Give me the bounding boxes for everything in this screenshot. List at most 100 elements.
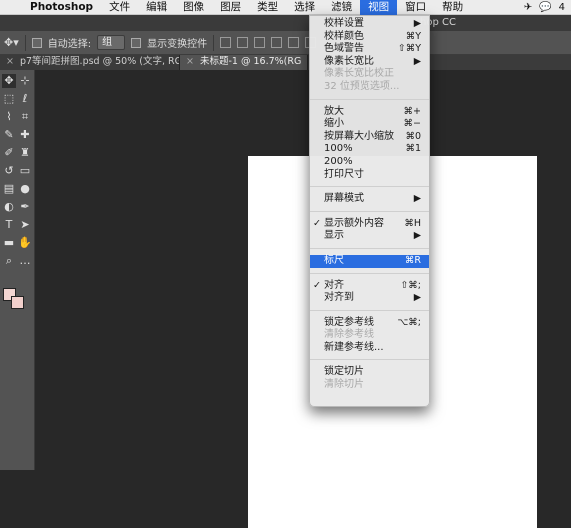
menu-separator — [310, 98, 429, 100]
align-left-icon[interactable] — [271, 37, 283, 48]
menu-item-label: 像素长宽比 — [324, 55, 374, 67]
menubar-item[interactable]: 滤镜 — [323, 0, 360, 15]
healing-brush-tool-icon[interactable]: ✚ — [18, 128, 32, 142]
menu-item[interactable]: ✓ 显示额外内容 ⌘H — [310, 218, 429, 231]
type-tool-icon[interactable]: T — [2, 218, 16, 232]
document-tab[interactable]: × p7等间距拼图.psd @ 50% (文字, RGB/8) * — [0, 55, 180, 70]
menu-item[interactable]: 像素长宽比 ▶ — [310, 56, 429, 69]
menu-item-label: 锁定参考线 — [324, 316, 374, 328]
submenu-arrow-icon: ▶ — [413, 230, 421, 242]
menu-item[interactable]: 打印尺寸 — [310, 169, 429, 182]
menu-item-label: 锁定切片 — [324, 366, 364, 378]
menubar-item[interactable]: 视图 — [360, 0, 398, 15]
show-transform-checkbox[interactable] — [131, 37, 142, 48]
menu-item[interactable]: 对齐到 ▶ — [310, 292, 429, 305]
menu-item-label: 缩小 — [324, 118, 344, 130]
eraser-tool-icon[interactable]: ▭ — [18, 164, 32, 178]
gradient-tool-icon[interactable]: ▤ — [2, 182, 16, 196]
document-tabs: × p7等间距拼图.psd @ 50% (文字, RGB/8) * × 未标题-1 @… — [0, 55, 571, 70]
auto-select-dropdown[interactable]: 组 — [97, 35, 126, 50]
menu-item[interactable]: 200% — [310, 156, 429, 169]
eyedropper-tool-icon[interactable]: ✎ — [2, 128, 16, 142]
move-tool-icon[interactable]: ✥▾ — [4, 36, 19, 49]
menu-item[interactable]: 屏幕模式 ▶ — [310, 193, 429, 206]
menu-item[interactable]: 缩小 ⌘− — [310, 118, 429, 131]
marquee-tool-icon[interactable]: ⬚ — [2, 92, 16, 106]
dodge-tool-icon[interactable]: ◐ — [2, 200, 16, 214]
crop-tool-icon[interactable]: ⌗ — [18, 110, 32, 124]
divider — [213, 34, 215, 51]
menubar-item[interactable]: 类型 — [249, 0, 286, 15]
menu-item-label: 放大 — [324, 105, 344, 117]
menu-item-label: 打印尺寸 — [324, 168, 364, 180]
menu-shortcut: ⌘Y — [405, 30, 421, 42]
menu-separator — [310, 309, 429, 311]
background-color-swatch[interactable] — [11, 296, 24, 309]
menu-item[interactable]: 锁定参考线 ⌥⌘; — [310, 317, 429, 330]
menu-item-label: 显示 — [324, 230, 344, 242]
canvas-workarea[interactable] — [35, 70, 571, 528]
path-select-tool-icon[interactable]: ➤ — [18, 218, 32, 232]
menu-item[interactable]: 标尺 ⌘R — [310, 254, 429, 268]
menubar-item[interactable]: 窗口 — [397, 0, 434, 15]
menu-item[interactable]: 显示 ▶ — [310, 230, 429, 243]
menu-shortcut: ⌘H — [404, 217, 421, 229]
menubar-item[interactable]: 帮助 — [434, 0, 471, 15]
menu-item[interactable]: 新建参考线... — [310, 342, 429, 355]
brush-tool-icon[interactable]: ✐ — [2, 146, 16, 160]
menu-item-label: 100% — [324, 143, 353, 155]
submenu-arrow-icon: ▶ — [413, 292, 421, 304]
menu-item-label: 清除切片 — [324, 379, 364, 391]
notification-count: 4 — [558, 2, 565, 13]
options-bar: ✥▾ 自动选择: 组 显示变换控件 — [0, 31, 571, 55]
menu-item[interactable]: 100% ⌘1 — [310, 143, 429, 156]
menu-item[interactable]: 校样颜色 ⌘Y — [310, 31, 429, 44]
move-tool-icon[interactable]: ✥ — [2, 74, 16, 88]
document-tab[interactable]: × 未标题-1 @ 16.7%(RG — [180, 55, 309, 70]
menu-item: 清除参考线 — [310, 329, 429, 342]
align-center-icon[interactable] — [288, 37, 300, 48]
wechat-icon[interactable]: 💬 — [539, 2, 551, 13]
menubar-item[interactable]: 图层 — [212, 0, 249, 15]
menu-shortcut: ⌘0 — [405, 130, 421, 142]
menubar-item[interactable]: 选择 — [286, 0, 323, 15]
menu-item: 32 位预览选项... — [310, 81, 429, 94]
menu-item[interactable]: ✓ 对齐 ⇧⌘; — [310, 280, 429, 293]
zoom-tool-icon[interactable]: ⌕ — [2, 254, 16, 268]
menu-separator — [310, 359, 429, 361]
menu-item[interactable]: 按屏幕大小缩放 ⌘0 — [310, 131, 429, 144]
menu-item-label: 屏幕模式 — [324, 193, 364, 205]
checkmark-icon: ✓ — [313, 279, 321, 291]
quick-select-tool-icon[interactable]: ⌇ — [2, 110, 16, 124]
history-brush-tool-icon[interactable]: ↺ — [2, 164, 16, 178]
menu-shortcut: ⇧⌘; — [400, 279, 421, 291]
menubar-item[interactable]: 编辑 — [138, 0, 175, 15]
menu-item-label: 对齐 — [324, 279, 344, 291]
menubar-item[interactable]: Photoshop — [22, 0, 101, 15]
align-bottom-icon[interactable] — [254, 37, 266, 48]
menu-item[interactable]: 锁定切片 — [310, 366, 429, 379]
menu-item[interactable]: 放大 ⌘+ — [310, 106, 429, 119]
align-top-icon[interactable] — [220, 37, 232, 48]
auto-select-checkbox[interactable] — [31, 37, 42, 48]
blur-tool-icon[interactable]: ● — [18, 182, 32, 196]
divider — [24, 34, 26, 51]
hand-tool-icon[interactable]: ✋ — [18, 236, 32, 250]
tab-label: 未标题-1 @ 16.7%(RG — [199, 56, 302, 67]
menubar-item[interactable]: 图像 — [175, 0, 212, 15]
close-tab-icon[interactable]: × — [6, 56, 14, 67]
artboard-tool-icon[interactable]: ⊹ — [18, 74, 32, 88]
more-tools-icon[interactable]: … — [18, 254, 32, 268]
align-middle-icon[interactable] — [237, 37, 249, 48]
clone-stamp-tool-icon[interactable]: ♜ — [18, 146, 32, 160]
menu-item[interactable]: 校样设置 ▶ — [310, 18, 429, 31]
close-tab-icon[interactable]: × — [186, 56, 194, 67]
menu-item[interactable]: 色域警告 ⇧⌘Y — [310, 43, 429, 56]
menu-item: 像素长宽比校正 — [310, 68, 429, 81]
menubar-item[interactable]: 文件 — [101, 0, 138, 15]
bluetooth-icon[interactable]: ✈ — [524, 2, 532, 13]
rectangle-tool-icon[interactable]: ▬ — [2, 236, 16, 250]
view-menu-dropdown: 校样设置 ▶ 校样颜色 ⌘Y 色域警告 ⇧⌘Y 像素长宽比 ▶ 像素长宽比校正 32 位预览选项.… — [309, 15, 430, 407]
pen-tool-icon[interactable]: ✒ — [18, 200, 32, 214]
lasso-tool-icon[interactable]: ℓ — [18, 92, 32, 106]
